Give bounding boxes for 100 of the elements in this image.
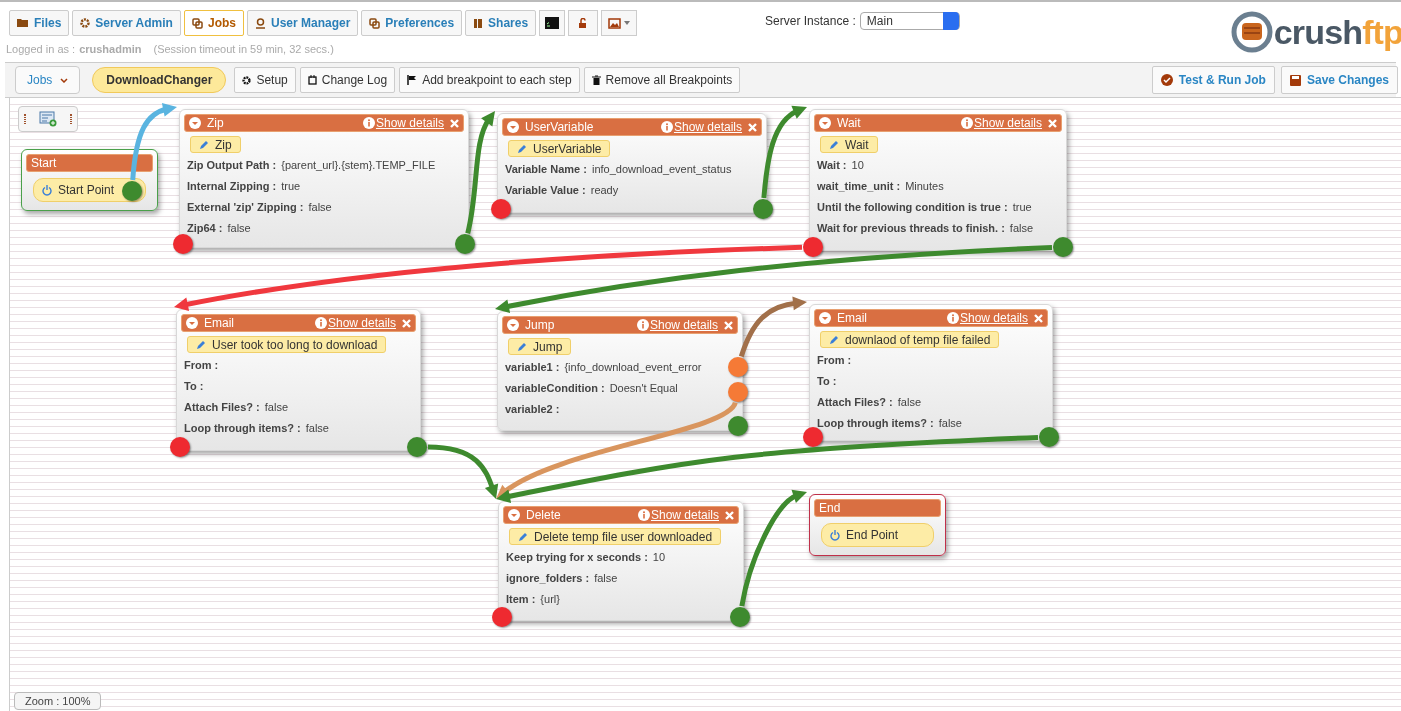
collapse-icon[interactable] bbox=[507, 319, 519, 331]
workflow-step-card[interactable]: Zip Show details Zip Zip Output Path : {parent_url}.{stem}.TEMP_FILE Internal Zipping : true External 'zip' Zipping : false Zip64 : false bbox=[179, 109, 469, 248]
connector-arrow[interactable] bbox=[495, 244, 1053, 314]
zoom-level-label: Zoom : 100% bbox=[14, 692, 102, 710]
nav-tab[interactable]: Server Admin bbox=[72, 10, 181, 36]
field-value: false bbox=[227, 221, 251, 237]
connector-arrow[interactable] bbox=[761, 105, 807, 199]
success-port[interactable] bbox=[1039, 427, 1059, 447]
terminal-button[interactable] bbox=[539, 10, 566, 36]
connector-arrow[interactable] bbox=[496, 401, 738, 499]
nav-tab[interactable]: Shares bbox=[465, 10, 537, 36]
copy-icon bbox=[369, 17, 381, 29]
step-label[interactable]: User took too long to download bbox=[187, 336, 387, 353]
add-step-icon[interactable] bbox=[39, 111, 57, 127]
toolbar-button[interactable]: Add breakpoint to each step bbox=[399, 67, 580, 93]
connector-arrow[interactable] bbox=[496, 434, 1039, 504]
nav-tab[interactable]: Files bbox=[9, 10, 70, 36]
pencil-icon bbox=[829, 334, 839, 345]
field-value: true bbox=[281, 179, 301, 195]
trash-icon bbox=[591, 75, 601, 85]
workflow-step-card[interactable]: End End Point bbox=[809, 494, 946, 556]
field-value: false bbox=[264, 400, 289, 416]
step-title: Email bbox=[204, 315, 235, 332]
close-icon[interactable] bbox=[724, 320, 733, 330]
success-port[interactable] bbox=[1053, 237, 1073, 257]
success-port[interactable] bbox=[753, 199, 773, 219]
workflow-step-card[interactable]: Delete Show details Delete temp file user downloaded Keep trying for x seconds : 10 ignore_folders : false Item : {url} bbox=[498, 501, 744, 621]
step-label[interactable]: Wait bbox=[820, 136, 878, 153]
close-icon[interactable] bbox=[1034, 313, 1043, 323]
step-label[interactable]: UserVariable bbox=[508, 140, 611, 157]
connector-arrow[interactable] bbox=[130, 102, 177, 181]
nav-tab[interactable]: Jobs bbox=[183, 10, 244, 36]
gear-icon bbox=[80, 18, 91, 28]
failure-port[interactable] bbox=[173, 234, 193, 254]
collapse-icon[interactable] bbox=[189, 117, 201, 129]
workflow-step-card[interactable]: UserVariable Show details UserVariable Variable Name : info_download_event_status Variable Value : ready bbox=[497, 113, 767, 213]
collapse-icon[interactable] bbox=[819, 117, 831, 129]
logo-text: crushftp bbox=[1273, 15, 1401, 49]
step-label[interactable]: Zip bbox=[190, 136, 241, 153]
close-icon[interactable] bbox=[450, 118, 459, 128]
failure-port[interactable] bbox=[492, 607, 512, 627]
step-label[interactable]: End Point bbox=[821, 523, 934, 547]
workflow-step-card[interactable]: Wait Show details Wait Wait : 10 wait_time_unit : Minutes Until the following condition is true : true Wait for previous threads to finish. : false bbox=[809, 109, 1067, 251]
step-label[interactable]: Start Point bbox=[33, 178, 146, 202]
caret-icon bbox=[624, 21, 631, 25]
success-port[interactable] bbox=[407, 437, 427, 457]
server-instance-select[interactable]: Main bbox=[859, 12, 960, 30]
info-icon bbox=[637, 509, 650, 521]
job-name-button[interactable]: DownloadChanger bbox=[92, 67, 227, 93]
workflow-step-card[interactable]: Email Show details User took too long to download From : To : Attach Files? : false Loop through items? : false bbox=[176, 309, 421, 451]
jump-port[interactable] bbox=[728, 382, 748, 402]
failure-port[interactable] bbox=[803, 427, 823, 447]
collapse-icon[interactable] bbox=[507, 121, 519, 133]
field-value: Minutes bbox=[905, 179, 944, 195]
toolbar-button[interactable]: Remove all Breakpoints bbox=[583, 67, 741, 93]
flag-icon bbox=[407, 75, 418, 85]
close-icon[interactable] bbox=[402, 318, 411, 328]
success-port[interactable] bbox=[455, 234, 475, 254]
field-label: Wait : bbox=[817, 158, 847, 174]
success-port[interactable] bbox=[730, 607, 750, 627]
field-label: To : bbox=[184, 379, 204, 395]
workflow-step-card[interactable]: Jump Show details Jump variable1 : {info_download_event_error variableCondition : Doesn't Equal variable2 : bbox=[497, 311, 743, 431]
jump-port[interactable] bbox=[728, 357, 748, 377]
field-label: variable2 : bbox=[505, 402, 560, 418]
connector-arrow[interactable] bbox=[465, 111, 495, 234]
nav-tab[interactable]: Preferences bbox=[361, 10, 463, 36]
info-icon bbox=[636, 319, 649, 331]
jobs-menu-button[interactable]: Jobs bbox=[15, 66, 81, 94]
username: crushadmin bbox=[79, 42, 142, 57]
field-value: false bbox=[1009, 221, 1034, 237]
failure-port[interactable] bbox=[491, 199, 511, 219]
connector-arrow[interactable] bbox=[174, 244, 803, 312]
failure-port[interactable] bbox=[170, 437, 190, 457]
nav-tab[interactable]: User Manager bbox=[246, 10, 359, 36]
collapse-icon[interactable] bbox=[819, 312, 831, 324]
connector-arrow[interactable] bbox=[427, 444, 499, 499]
collapse-icon[interactable] bbox=[186, 317, 198, 329]
step-title: Wait bbox=[837, 115, 862, 132]
toolbar-button[interactable]: Change Log bbox=[299, 67, 396, 93]
lock-button[interactable] bbox=[568, 10, 599, 36]
connector-arrow[interactable] bbox=[738, 296, 807, 358]
step-label[interactable]: Jump bbox=[508, 338, 572, 355]
close-icon[interactable] bbox=[748, 122, 757, 132]
failure-port[interactable] bbox=[803, 237, 823, 257]
info-icon bbox=[660, 121, 673, 133]
step-label[interactable]: Delete temp file user downloaded bbox=[509, 528, 722, 545]
image-menu-button[interactable] bbox=[601, 10, 638, 36]
terminal-icon bbox=[545, 17, 560, 29]
field-value: {info_download_event_error bbox=[564, 360, 702, 376]
workflow-step-card[interactable]: Start Start Point bbox=[21, 149, 158, 211]
collapse-icon[interactable] bbox=[508, 509, 520, 521]
success-port[interactable] bbox=[728, 416, 748, 436]
step-label[interactable]: downlaod of temp file failed bbox=[820, 331, 1000, 348]
test-run-button[interactable]: Test & Run Job bbox=[1151, 66, 1275, 94]
close-icon[interactable] bbox=[725, 510, 734, 520]
toolbar-button[interactable]: Setup bbox=[234, 67, 296, 93]
workflow-step-card[interactable]: Email Show details downlaod of temp file failed From : To : Attach Files? : false Loop through items? : false bbox=[809, 304, 1053, 441]
save-button[interactable]: Save Changes bbox=[1280, 66, 1398, 94]
connector-arrow[interactable] bbox=[739, 489, 807, 607]
close-icon[interactable] bbox=[1048, 118, 1057, 128]
